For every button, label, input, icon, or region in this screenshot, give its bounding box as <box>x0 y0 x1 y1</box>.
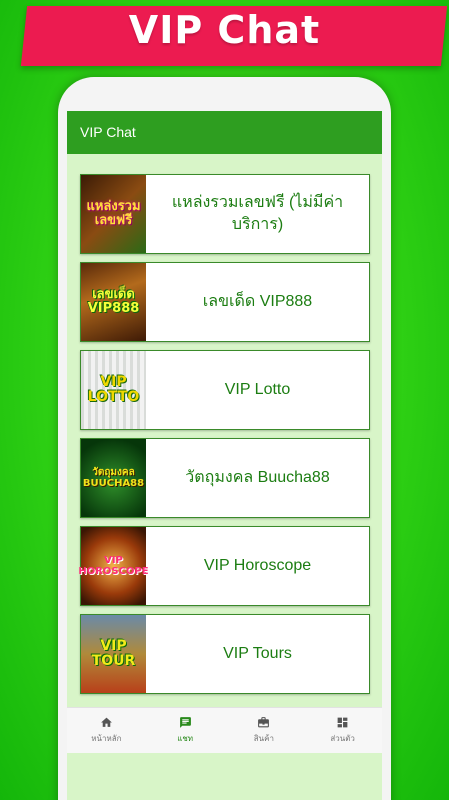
thumbnail-text: HOROSCOPE <box>78 566 149 577</box>
promo-banner-title: VIP Chat <box>128 8 321 52</box>
thumbnail-text: VIP888 <box>87 301 140 316</box>
thumbnail-text: เลขฟรี <box>94 213 133 228</box>
thumbnail-text: LOTTO <box>87 389 140 405</box>
item-thumbnail: VIP TOUR <box>81 615 146 693</box>
thumbnail-text: เลขเด็ด <box>92 286 135 302</box>
nav-item-profile[interactable]: ส่วนตัว <box>303 708 382 753</box>
thumbnail-text: TOUR <box>91 653 136 669</box>
list-item-label: VIP Tours <box>223 645 292 663</box>
list-item-label: VIP Lotto <box>224 381 291 399</box>
list-item[interactable]: เลขเด็ด VIP888 เลขเด็ด VIP888 <box>80 262 370 342</box>
nav-item-label: สินค้า <box>253 734 274 743</box>
list-item[interactable]: VIP TOUR VIP Tours <box>80 614 370 694</box>
thumbnail-text: วัตถุมงคล <box>92 467 135 478</box>
vip-list: แหล่งรวม เลขฟรี แหล่งรวมเลขฟรี (ไม่มีค่า… <box>78 174 370 702</box>
list-item[interactable]: VIP LOTTO VIP Lotto <box>80 350 370 430</box>
app-bar: VIP Chat <box>67 111 382 154</box>
list-item[interactable]: วัตถุมงคล BUUCHA88 วัตถุมงคล Buucha88 <box>80 438 370 518</box>
briefcase-icon <box>258 717 270 728</box>
thumbnail-text: VIP <box>104 555 123 566</box>
nav-item-chat[interactable]: แชท <box>146 708 225 753</box>
list-item[interactable]: แหล่งรวม เลขฟรี แหล่งรวมเลขฟรี (ไม่มีค่า… <box>80 174 370 254</box>
list-item-label: แหล่งรวมเลขฟรี (ไม่มีค่าบริการ) <box>171 194 344 233</box>
dashboard-icon <box>337 717 348 728</box>
chat-icon <box>179 717 191 728</box>
item-thumbnail: เลขเด็ด VIP888 <box>81 263 146 341</box>
app-screen: VIP Chat แหล่งรวม เลขฟรี แหล่งรวมเลขฟรี … <box>67 111 382 800</box>
list-item-label: วัตถุมงคล Buucha88 <box>185 469 330 487</box>
item-thumbnail: วัตถุมงคล BUUCHA88 <box>81 439 146 517</box>
nav-item-products[interactable]: สินค้า <box>225 708 304 753</box>
bottom-nav: หน้าหลัก แชท สินค้า ส่วนตัว <box>67 707 382 753</box>
item-thumbnail: แหล่งรวม เลขฟรี <box>81 175 146 253</box>
app-bar-title: VIP Chat <box>80 124 136 140</box>
item-thumbnail: VIP LOTTO <box>81 351 146 429</box>
nav-item-label: แชท <box>177 734 194 743</box>
list-item-label: เลขเด็ด VIP888 <box>202 293 313 311</box>
nav-item-home[interactable]: หน้าหลัก <box>67 708 146 753</box>
thumbnail-text: แหล่งรวม <box>86 198 141 214</box>
thumbnail-text: VIP <box>100 637 127 654</box>
home-icon <box>100 717 112 727</box>
nav-item-label: ส่วนตัว <box>330 734 355 743</box>
thumbnail-text: BUUCHA88 <box>82 478 145 489</box>
item-thumbnail: VIP HOROSCOPE <box>78 527 149 605</box>
list-item[interactable]: VIP HOROSCOPE VIP Horoscope <box>78 526 370 606</box>
nav-item-label: หน้าหลัก <box>91 734 122 743</box>
thumbnail-text: VIP <box>100 373 127 390</box>
list-item-label: VIP Horoscope <box>203 557 312 575</box>
